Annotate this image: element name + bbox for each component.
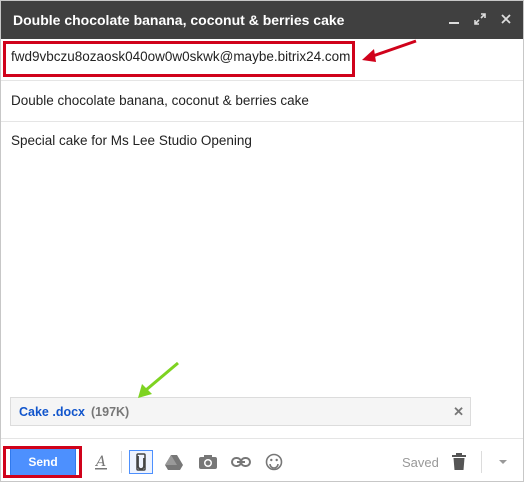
formatting-icon[interactable]: A (89, 450, 113, 474)
attach-icon[interactable] (129, 450, 153, 474)
svg-text:A: A (94, 454, 106, 470)
attachment-name[interactable]: Cake .docx (19, 405, 85, 419)
green-arrow-annotation (138, 361, 179, 398)
highlight-box-recipient (3, 41, 355, 77)
saved-status: Saved (402, 455, 439, 470)
remove-attachment-icon[interactable]: ✕ (453, 404, 464, 420)
subject-field[interactable]: Double chocolate banana, coconut & berri… (11, 93, 309, 108)
drive-icon[interactable] (162, 450, 186, 474)
compose-titlebar[interactable]: Double chocolate banana, coconut & berri… (1, 1, 523, 39)
link-icon[interactable] (229, 450, 253, 474)
subject-row[interactable]: Double chocolate banana, coconut & berri… (1, 81, 523, 122)
attachment-chip[interactable]: Cake .docx (197K) ✕ (10, 397, 471, 426)
more-options-icon[interactable] (491, 450, 515, 474)
window-buttons (445, 10, 515, 28)
attachment-size: (197K) (91, 405, 130, 419)
toolbar-separator (481, 451, 482, 473)
toolbar-separator (121, 451, 122, 473)
popout-icon[interactable] (471, 10, 489, 28)
close-icon[interactable] (497, 10, 515, 28)
red-arrow-annotation (362, 39, 417, 62)
message-body[interactable]: Special cake for Ms Lee Studio Opening (11, 133, 252, 148)
compose-title: Double chocolate banana, coconut & berri… (13, 12, 345, 28)
trash-icon[interactable] (447, 450, 471, 474)
minimize-icon[interactable] (445, 10, 463, 28)
emoji-icon[interactable] (262, 450, 286, 474)
highlight-box-send (3, 446, 82, 478)
photo-icon[interactable] (196, 450, 220, 474)
